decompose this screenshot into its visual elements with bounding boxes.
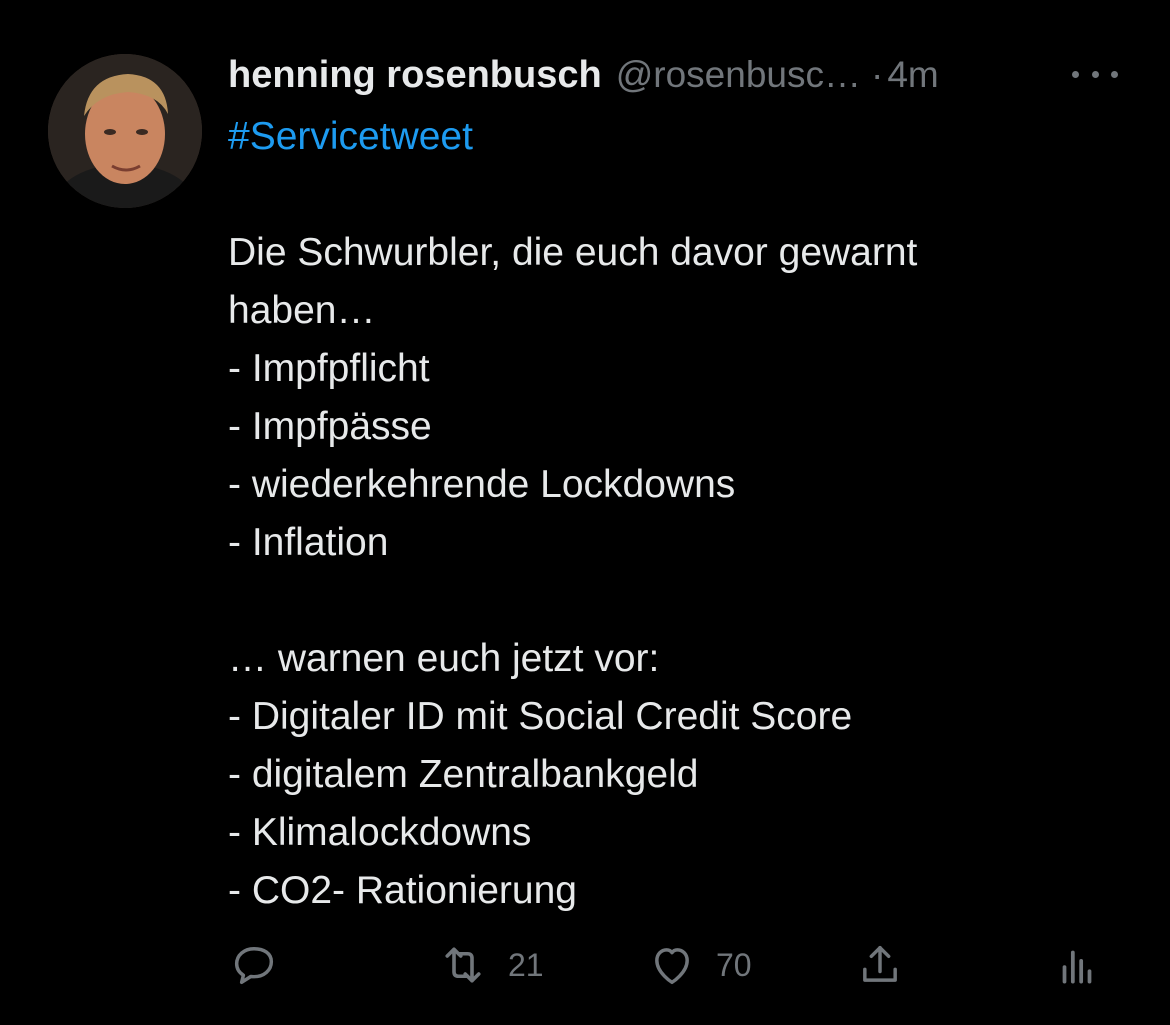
separator-dot: · [870, 54, 884, 95]
text-line: … warnen euch jetzt vor: [228, 637, 660, 680]
hashtag-link[interactable]: #Servicetweet [228, 108, 1128, 166]
retweet-icon [445, 947, 481, 983]
text-line: - digitalem Zentralbankgeld [228, 753, 699, 796]
tweet-text: #Servicetweet Die Schwurbler, die euch d… [228, 108, 1128, 920]
like-count: 70 [716, 946, 752, 983]
text-line: haben… [228, 289, 376, 332]
reply-button[interactable] [228, 935, 280, 995]
retweet-count: 21 [508, 946, 544, 983]
text-line: - Impfpflicht [228, 347, 430, 390]
reply-icon [234, 947, 274, 985]
tweet[interactable]: henning rosenbusch @rosenbusc… · 4m #Ser… [0, 0, 1170, 1025]
text-line: - Digitaler ID mit Social Credit Score [228, 695, 853, 738]
heart-icon [655, 948, 689, 985]
share-icon [863, 945, 897, 982]
text-line: - Inflation [228, 521, 389, 564]
like-button[interactable]: 70 [646, 935, 752, 995]
text-line: - Klimalockdowns [228, 811, 532, 854]
text-line: - wiederkehrende Lockdowns [228, 463, 736, 506]
retweet-button[interactable]: 21 [436, 935, 544, 995]
share-button[interactable] [854, 935, 906, 995]
display-name[interactable]: henning rosenbusch [228, 54, 602, 97]
avatar-image [48, 54, 202, 208]
user-handle[interactable]: @rosenbusc… [616, 54, 861, 96]
tweet-header: henning rosenbusch @rosenbusc… · 4m [228, 50, 1128, 100]
text-line: Die Schwurbler, die euch davor gewarnt [228, 231, 918, 274]
analytics-icon [1062, 950, 1092, 984]
tweet-timestamp[interactable]: 4m [887, 54, 938, 96]
text-line [228, 572, 1128, 630]
text-line: - Impfpässe [228, 405, 432, 448]
avatar[interactable] [48, 54, 202, 208]
analytics-button[interactable] [1052, 935, 1102, 995]
action-bar: 21 70 [0, 935, 1170, 995]
text-line: - CO2- Rationierung [228, 869, 577, 912]
more-horizontal-icon[interactable] [1072, 60, 1118, 88]
